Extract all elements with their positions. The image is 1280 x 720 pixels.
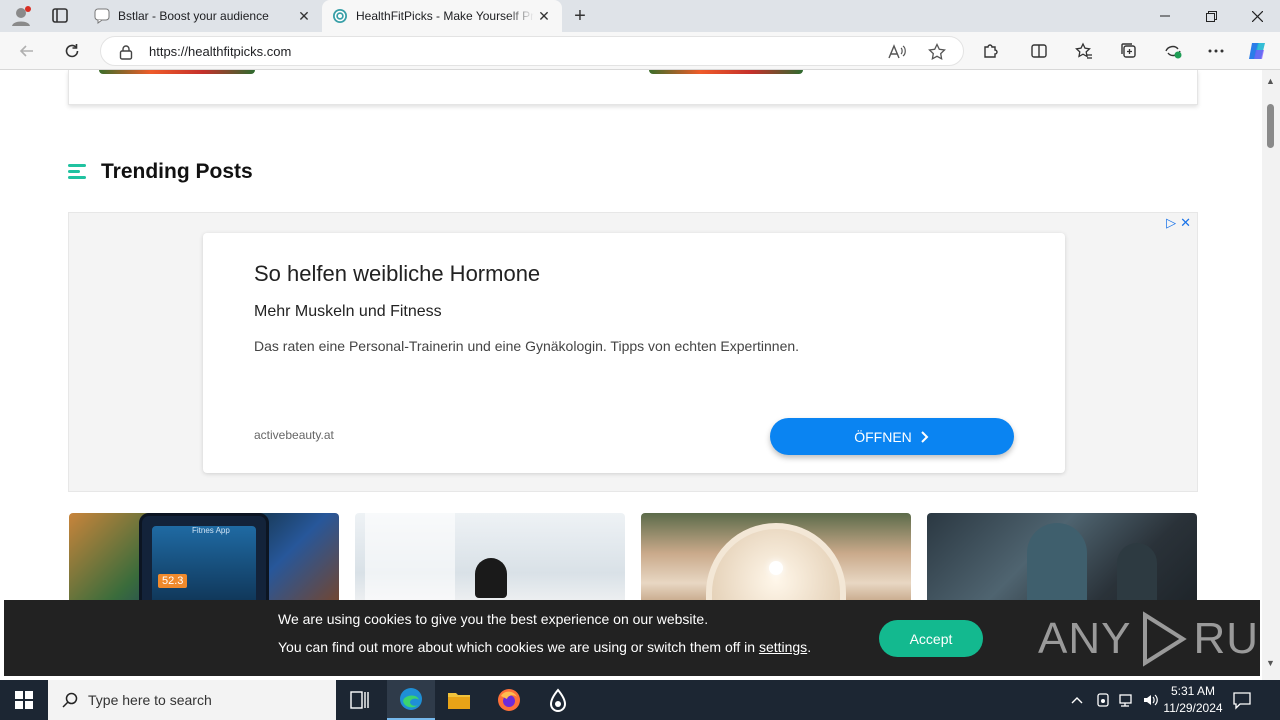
menu-lines-icon: [68, 164, 86, 180]
network-icon[interactable]: [1118, 680, 1136, 720]
cookie-accept-button[interactable]: Accept: [879, 620, 983, 657]
close-window-icon[interactable]: [1234, 0, 1280, 32]
new-tab-plus-icon[interactable]: +: [568, 4, 592, 28]
favorite-star-icon[interactable]: [927, 42, 947, 62]
favorites-icon[interactable]: [1073, 40, 1095, 62]
section-title: Trending Posts: [101, 160, 253, 183]
previous-post-thumb[interactable]: [649, 70, 803, 74]
cookie-message: We are using cookies to give you the bes…: [278, 611, 709, 627]
browser-toolbar: https://healthfitpicks.com: [0, 32, 1280, 70]
cookie-banner: We are using cookies to give you the bes…: [4, 600, 1262, 676]
volume-icon[interactable]: [1142, 680, 1160, 720]
previous-post-card: [68, 70, 1198, 105]
ad-title[interactable]: So helfen weibliche Hormone: [254, 261, 540, 287]
scroll-down-icon[interactable]: ▼: [1266, 658, 1275, 668]
tab-healthfitpicks[interactable]: HealthFitPicks - Make Yourself Pr ✕: [322, 0, 562, 32]
phone-illustration: 52.3 Fitnes App: [139, 513, 269, 613]
tab-title: HealthFitPicks - Make Yourself Pr: [356, 9, 534, 23]
page-scrollbar[interactable]: ▲ ▼: [1262, 70, 1280, 680]
app-number: 52.3: [158, 574, 188, 588]
notifications-icon[interactable]: [1232, 690, 1252, 715]
task-view-icon[interactable]: [336, 680, 384, 720]
collections-icon[interactable]: [1118, 40, 1140, 62]
taskbar-search-box[interactable]: Type here to search: [48, 680, 336, 720]
device-icon[interactable]: [1095, 680, 1111, 720]
tab-title: Bstlar - Boost your audience: [118, 9, 269, 23]
page-viewport: Trending Posts ▷ ✕ So helfen weibliche H…: [0, 70, 1262, 680]
url-text[interactable]: https://healthfitpicks.com: [149, 44, 291, 59]
browser-essentials-icon[interactable]: [1162, 40, 1184, 62]
split-screen-icon[interactable]: [1028, 40, 1050, 62]
anyrun-app-icon[interactable]: [534, 680, 582, 720]
refresh-icon[interactable]: [61, 40, 83, 62]
profile-avatar-icon[interactable]: [10, 5, 32, 27]
ad-card[interactable]: So helfen weibliche Hormone Mehr Muskeln…: [203, 233, 1065, 473]
play-triangle-icon: [1143, 611, 1188, 667]
post-thumbnail-interior-arch[interactable]: [641, 513, 911, 613]
edge-taskbar-icon[interactable]: [387, 680, 435, 720]
globe-favicon: [332, 8, 348, 24]
clock-time: 5:31 AM: [1170, 684, 1216, 698]
cookie-settings-link[interactable]: settings: [759, 639, 807, 655]
restore-icon[interactable]: [1188, 0, 1234, 32]
close-tab-icon[interactable]: ✕: [294, 6, 314, 26]
previous-post-thumb[interactable]: [99, 70, 255, 74]
tab-bstlar[interactable]: Bstlar - Boost your audience ✕: [84, 0, 322, 32]
trending-posts-heading: Trending Posts: [68, 160, 253, 184]
lock-icon[interactable]: [119, 44, 133, 60]
ad-close-icon[interactable]: ✕: [1180, 215, 1191, 231]
minimize-icon[interactable]: [1142, 0, 1188, 32]
app-label: Fitnes App: [192, 526, 230, 535]
ad-choices-icon[interactable]: ▷: [1166, 215, 1176, 231]
chevron-right-icon: [921, 430, 929, 443]
search-icon: [62, 692, 78, 708]
file-explorer-icon[interactable]: [435, 680, 483, 720]
firefox-icon[interactable]: [485, 680, 533, 720]
ad-domain: activebeauty.at: [254, 428, 334, 442]
post-thumbnail-window-person[interactable]: [355, 513, 625, 613]
scroll-up-icon[interactable]: ▲: [1266, 76, 1275, 86]
windows-start-icon[interactable]: [0, 680, 48, 720]
more-menu-icon[interactable]: [1205, 40, 1227, 62]
tab-strip: Bstlar - Boost your audience ✕ HealthFit…: [0, 0, 1280, 32]
advertisement: ▷ ✕ So helfen weibliche Hormone Mehr Mus…: [68, 212, 1198, 492]
ad-open-label: ÖFFNEN: [854, 428, 912, 445]
cookie-message-text: You can find out more about which cookie…: [278, 639, 756, 655]
watermark-left: ANY: [1038, 614, 1132, 663]
ad-subtitle: Mehr Muskeln und Fitness: [254, 303, 442, 320]
back-arrow-icon[interactable]: [16, 40, 38, 62]
ad-badges: ▷ ✕: [1166, 215, 1191, 231]
read-aloud-icon[interactable]: [887, 42, 907, 62]
ad-open-button[interactable]: ÖFFNEN: [770, 418, 1014, 455]
ad-description: Das raten eine Personal-Trainerin und ei…: [254, 338, 800, 354]
watermark-right: RUN: [1193, 614, 1262, 663]
address-bar[interactable]: https://healthfitpicks.com: [100, 36, 964, 66]
show-hidden-icons-chevron[interactable]: [1070, 680, 1084, 720]
copilot-icon[interactable]: [1246, 40, 1268, 62]
cookie-period: .: [807, 639, 812, 655]
tab-actions-icon[interactable]: [48, 6, 72, 26]
windows-taskbar: Type here to search 5:31 AM 11/29/2024: [0, 680, 1280, 720]
post-thumbnail-gym[interactable]: [927, 513, 1197, 613]
cookie-message-2: You can find out more about which cookie…: [278, 639, 811, 655]
taskbar-clock[interactable]: 5:31 AM 11/29/2024: [1160, 683, 1226, 717]
post-thumbnail-fitness-app[interactable]: 52.3 Fitnes App: [69, 513, 339, 613]
extensions-puzzle-icon[interactable]: [980, 40, 1002, 62]
clock-date: 11/29/2024: [1163, 701, 1223, 715]
search-placeholder: Type here to search: [88, 692, 212, 708]
chat-bubble-icon: [94, 8, 110, 24]
scrollbar-thumb[interactable]: [1267, 104, 1274, 148]
anyrun-watermark: ANY RUN: [1038, 609, 1262, 669]
close-tab-icon[interactable]: ✕: [534, 6, 554, 26]
